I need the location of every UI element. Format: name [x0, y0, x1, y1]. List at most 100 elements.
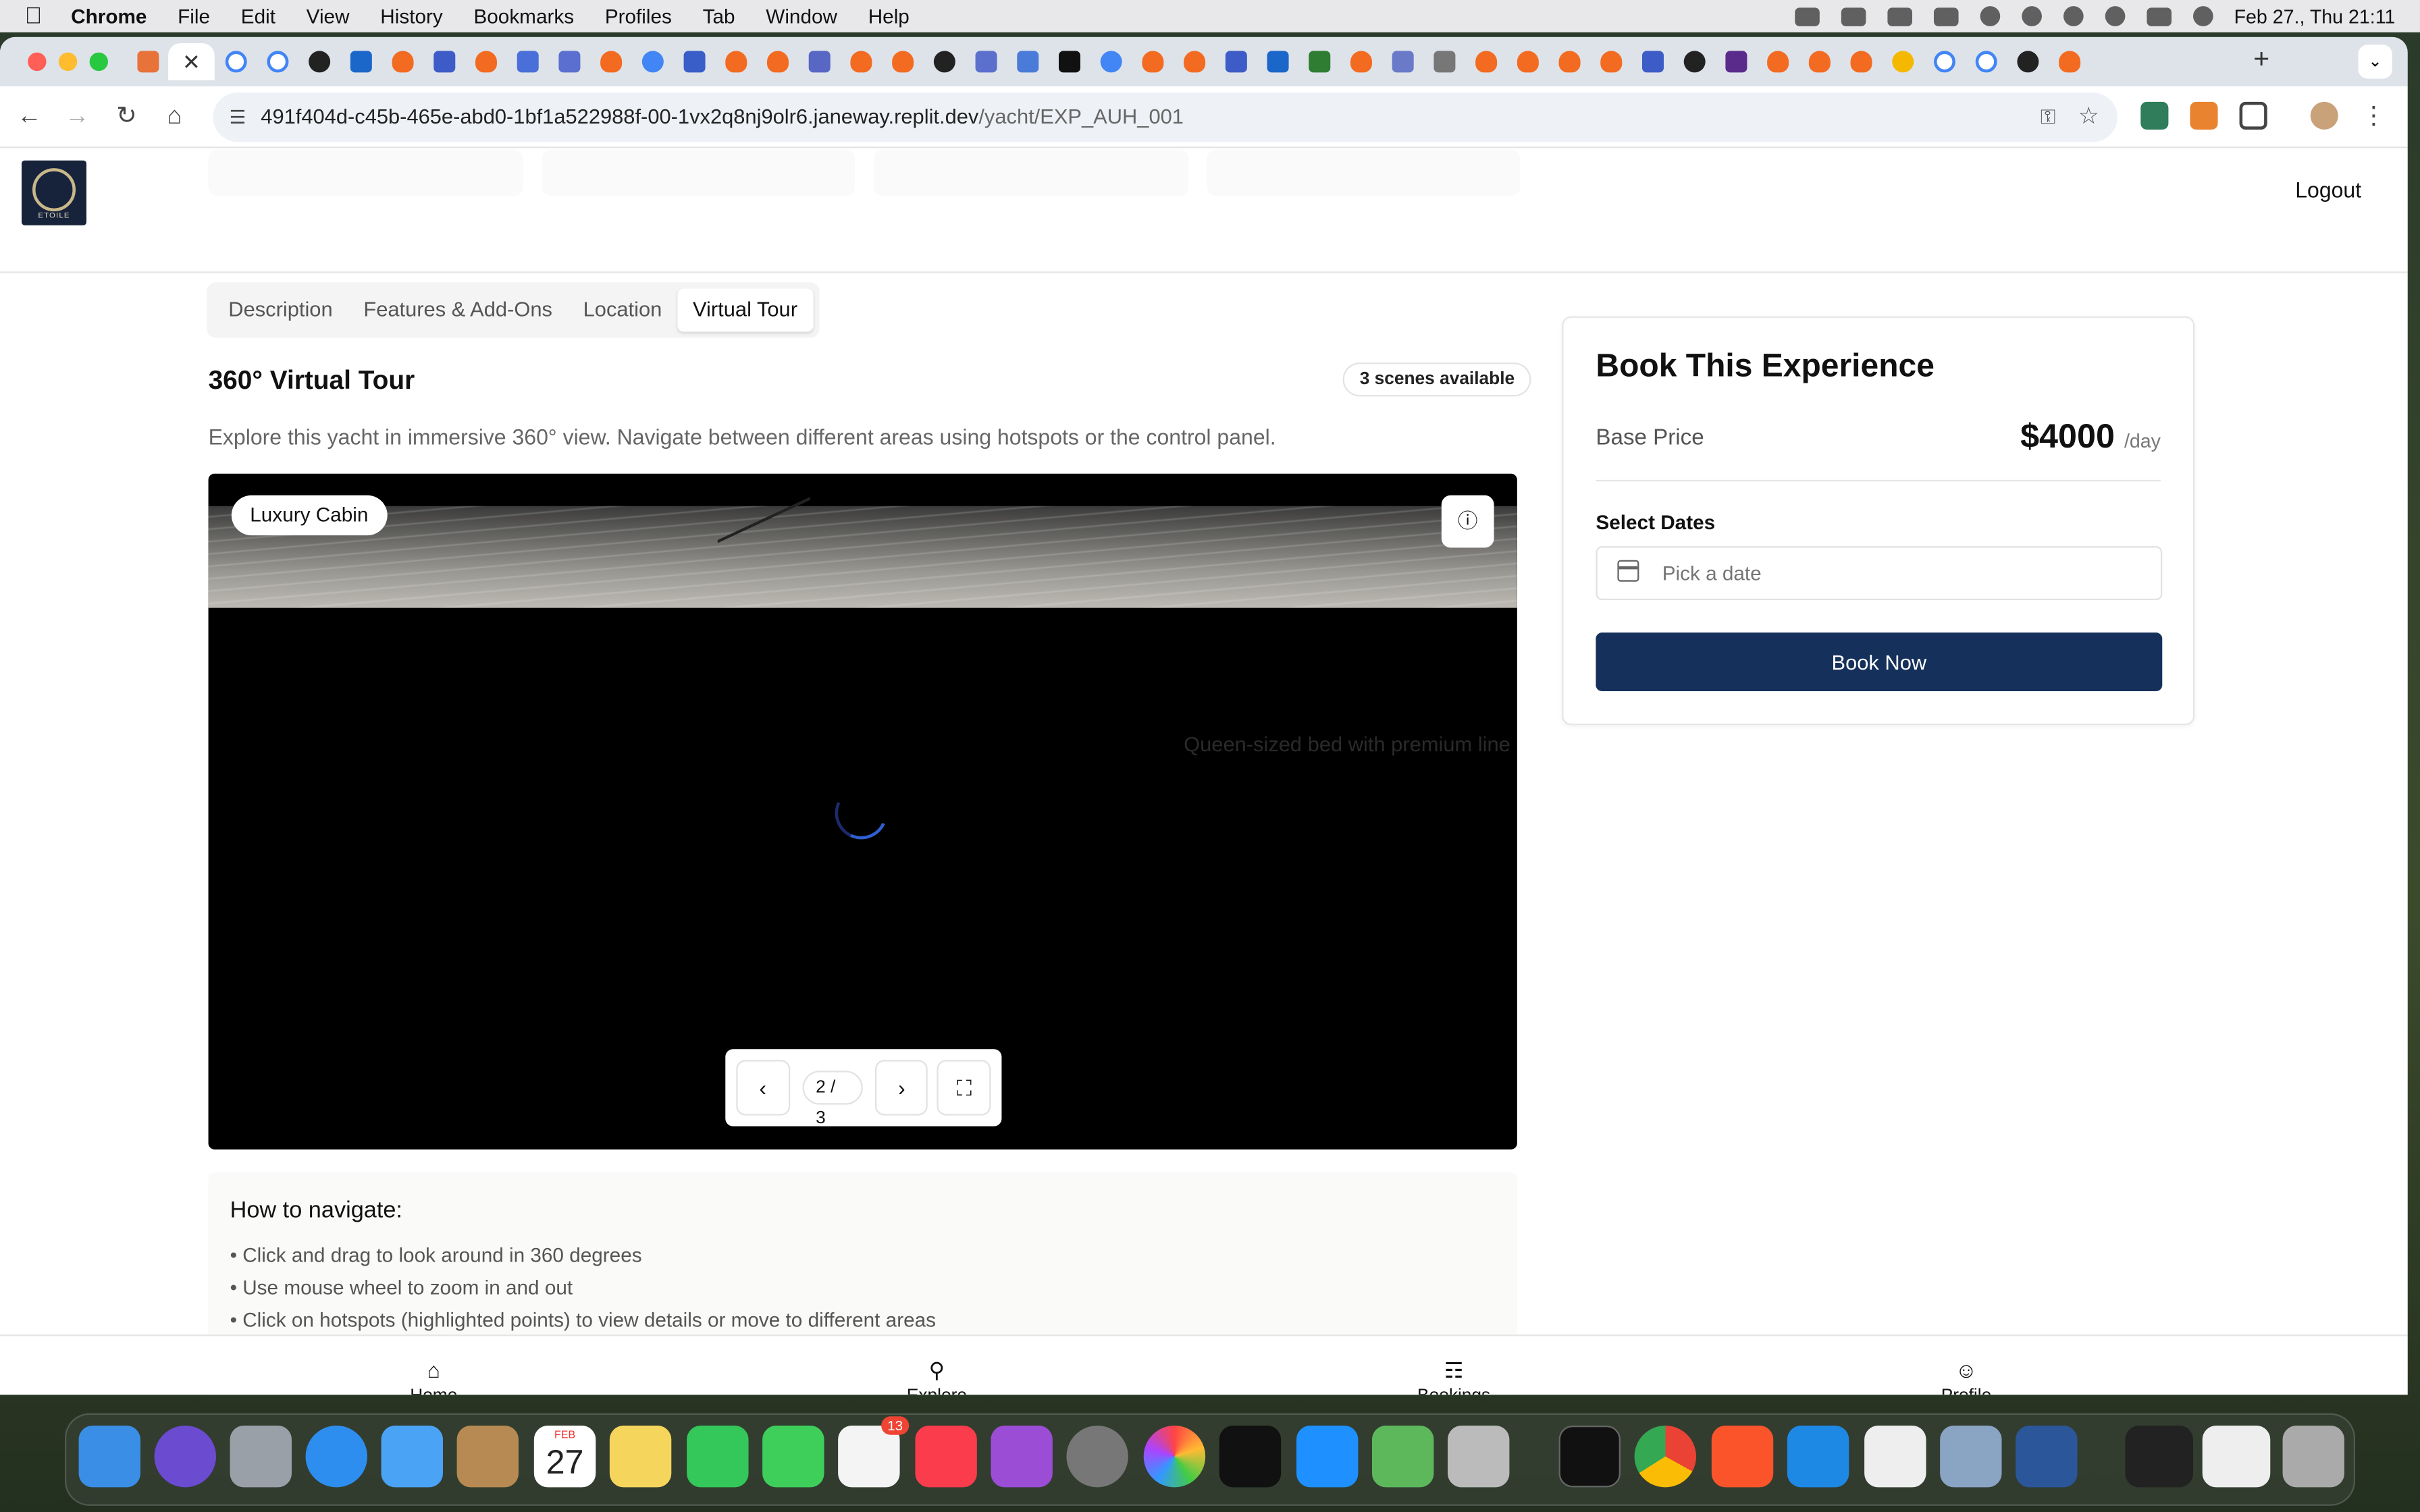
terminal-icon[interactable]	[1558, 1425, 1621, 1488]
apple-tv-icon[interactable]	[1219, 1425, 1282, 1488]
password-key-icon[interactable]: ⚿	[2041, 92, 2056, 142]
browser-tab[interactable]	[589, 43, 631, 80]
browser-tab[interactable]	[714, 43, 756, 80]
browser-tab[interactable]	[881, 43, 923, 80]
trash-icon[interactable]	[2282, 1425, 2344, 1488]
browser-tab[interactable]	[1548, 43, 1590, 80]
minimized-window-thumbnail[interactable]	[2125, 1425, 2193, 1488]
browser-tab[interactable]	[1215, 43, 1257, 80]
info-button[interactable]: ⓘ	[1441, 495, 1494, 548]
browser-tab[interactable]	[548, 43, 589, 80]
home-icon[interactable]: ⌂	[159, 102, 190, 133]
close-window-button[interactable]	[28, 52, 47, 72]
photos-icon[interactable]	[1143, 1425, 1206, 1488]
brave-icon[interactable]	[1711, 1425, 1774, 1488]
menu-profiles[interactable]: Profiles	[605, 5, 672, 28]
finder-icon[interactable]	[78, 1425, 140, 1488]
maps-icon[interactable]	[1371, 1425, 1434, 1488]
messages-icon[interactable]	[762, 1425, 824, 1488]
tab-features-addons[interactable]: Features & Add-Ons	[348, 288, 567, 331]
browser-tab[interactable]	[465, 43, 506, 80]
launchpad-icon[interactable]	[230, 1425, 292, 1488]
siri-icon[interactable]	[2192, 6, 2213, 26]
browser-tab[interactable]	[1340, 43, 1382, 80]
forward-arrow-icon[interactable]: →	[61, 102, 93, 133]
podcasts-icon[interactable]	[991, 1425, 1053, 1488]
browser-tab-active-close-icon[interactable]: ✕	[168, 43, 215, 80]
browser-tab[interactable]	[382, 43, 423, 80]
mail-icon[interactable]	[381, 1425, 443, 1488]
notes-icon[interactable]	[609, 1425, 672, 1488]
menu-tab[interactable]: Tab	[703, 5, 735, 28]
tab-location[interactable]: Location	[568, 288, 677, 331]
browser-tab[interactable]	[1589, 43, 1631, 80]
nav-explore[interactable]: ⚲ Explore	[875, 1357, 999, 1395]
browser-tab[interactable]	[1131, 43, 1173, 80]
zoom-window-button[interactable]	[89, 52, 108, 72]
browser-tab[interactable]	[1714, 43, 1756, 80]
nav-home[interactable]: ⌂ Home	[372, 1357, 496, 1395]
browser-tab[interactable]	[1048, 43, 1090, 80]
wifi-icon[interactable]	[1979, 6, 2000, 26]
browser-tab[interactable]	[256, 43, 298, 80]
calendar-icon[interactable]: FEB 27	[533, 1425, 596, 1488]
next-scene-button[interactable]: ›	[874, 1060, 928, 1116]
extensions-puzzle-icon[interactable]	[2239, 101, 2267, 130]
control-center-icon[interactable]	[2146, 7, 2171, 26]
browser-tab[interactable]	[506, 43, 548, 80]
tab-description[interactable]: Description	[213, 288, 348, 331]
browser-tab[interactable]	[1423, 43, 1465, 80]
preview-icon[interactable]	[1940, 1425, 2002, 1488]
browser-tab[interactable]	[1257, 43, 1298, 80]
browser-tab[interactable]	[1840, 43, 1882, 80]
browser-tab[interactable]	[2006, 43, 2048, 80]
browser-tab[interactable]	[1090, 43, 1132, 80]
dropbox-icon[interactable]	[1840, 7, 1866, 26]
browser-tab[interactable]	[1298, 43, 1340, 80]
facetime-icon[interactable]	[687, 1425, 749, 1488]
menu-file[interactable]: File	[178, 5, 210, 28]
browser-tab[interactable]	[2048, 43, 2090, 80]
status-icon[interactable]	[1794, 7, 1819, 26]
browser-tab[interactable]	[1923, 43, 1965, 80]
user-switch-icon[interactable]	[2021, 6, 2041, 26]
menu-view[interactable]: View	[307, 5, 350, 28]
new-tab-plus-icon[interactable]: +	[2253, 43, 2269, 76]
browser-tab[interactable]	[340, 43, 382, 80]
time-machine-icon[interactable]	[2062, 6, 2083, 26]
status-m-icon[interactable]	[1887, 7, 1912, 26]
reminders-icon[interactable]: 13	[838, 1416, 910, 1488]
browser-tab[interactable]	[1382, 43, 1423, 80]
panorama-viewer[interactable]: Luxury Cabin ⓘ Queen-sized bed with prem…	[208, 473, 1517, 1150]
address-bar[interactable]: ☰ 491f404d-c45b-465e-abd0-1bf1a522988f-0…	[213, 92, 2118, 142]
siri-icon[interactable]	[154, 1425, 216, 1488]
iphone-mirroring-icon[interactable]	[1447, 1425, 1510, 1488]
browser-tab[interactable]	[1173, 43, 1215, 80]
minimized-window-thumbnail[interactable]	[2202, 1425, 2271, 1488]
browser-tab[interactable]	[756, 43, 798, 80]
apple-icon[interactable]: 	[25, 3, 50, 29]
browser-tab[interactable]	[298, 43, 340, 80]
kebab-menu-icon[interactable]: ⋮	[2359, 102, 2390, 133]
menu-history[interactable]: History	[380, 5, 442, 28]
browser-tab[interactable]	[423, 43, 465, 80]
tab-virtual-tour[interactable]: Virtual Tour	[677, 288, 813, 332]
menu-window[interactable]: Window	[766, 5, 837, 28]
browser-tab[interactable]	[923, 43, 965, 80]
menu-app-name[interactable]: Chrome	[71, 5, 147, 28]
vscode-icon[interactable]	[1787, 1425, 1849, 1488]
system-settings-icon[interactable]	[1066, 1425, 1128, 1488]
browser-tab[interactable]	[1673, 43, 1715, 80]
browser-tab[interactable]	[1506, 43, 1548, 80]
contacts-icon[interactable]	[456, 1425, 519, 1488]
browser-tab[interactable]	[1965, 43, 2007, 80]
tab-search-chevron-icon[interactable]: ⌄	[2358, 45, 2392, 79]
browser-tab[interactable]	[1881, 43, 1923, 80]
battery-icon[interactable]	[1932, 7, 1958, 26]
browser-tab[interactable]	[126, 43, 168, 80]
extension-icon[interactable]	[2140, 101, 2169, 130]
metamask-fox-icon[interactable]	[2190, 101, 2218, 130]
logout-button[interactable]: Logout	[2295, 178, 2361, 202]
date-picker-input[interactable]	[1596, 546, 2163, 601]
profile-avatar[interactable]	[2310, 101, 2338, 130]
